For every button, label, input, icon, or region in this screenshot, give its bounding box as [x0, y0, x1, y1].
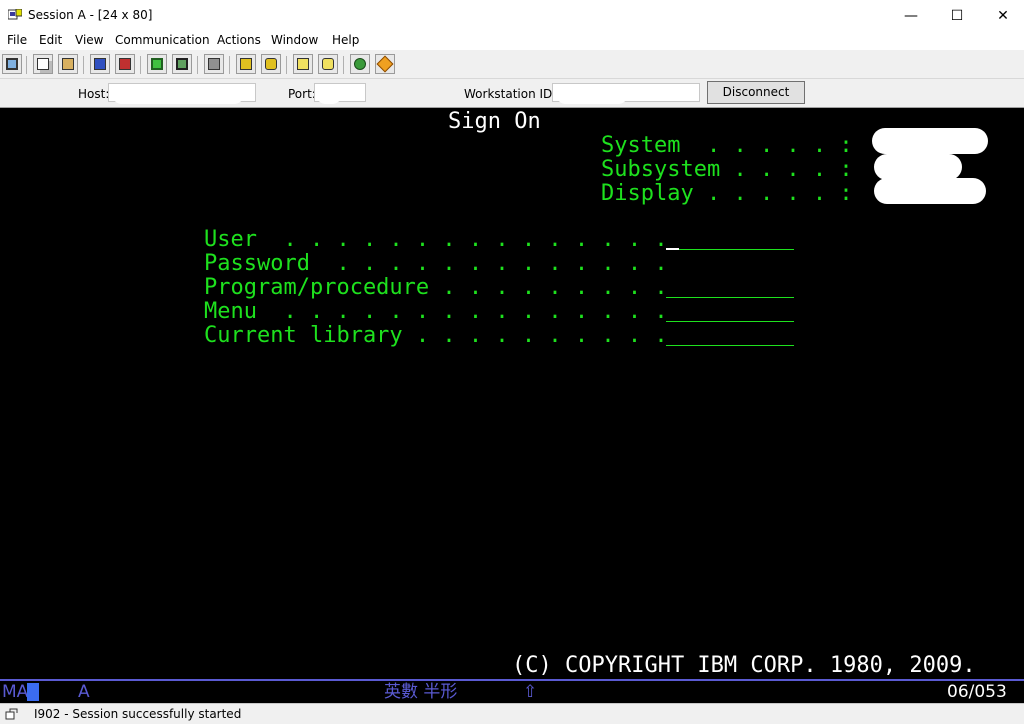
menu-file[interactable]: File: [7, 33, 27, 47]
connection-bar: Host: Port: Workstation ID:: [0, 79, 1024, 108]
close-button[interactable]: ✕: [980, 0, 1024, 31]
system-label: System . . . . . :: [601, 133, 853, 158]
redaction: [556, 84, 628, 104]
toolbar: [0, 52, 1024, 79]
toolbar-separator: [229, 56, 230, 74]
operator-info-area: MA A 英數 半形 ⇧ 06/053: [0, 679, 1024, 703]
user-label: User . . . . . . . . . . . . . . .: [204, 227, 668, 252]
password-label: Password . . . . . . . . . . . . .: [204, 251, 668, 276]
minimize-button[interactable]: —: [888, 0, 934, 31]
program-procedure-input[interactable]: [666, 297, 794, 298]
program-procedure-label: Program/procedure . . . . . . . . .: [204, 275, 668, 300]
toolbar-separator: [286, 56, 287, 74]
menu-edit[interactable]: Edit: [39, 33, 62, 47]
oia-cursor-block: [27, 683, 39, 701]
toolbar-separator: [343, 56, 344, 74]
workstation-label: Workstation ID:: [464, 87, 557, 101]
macro-alt-icon[interactable]: [318, 54, 338, 74]
status-bar: I902 - Session successfully started: [0, 703, 1024, 724]
menu-view[interactable]: View: [75, 33, 103, 47]
port-label: Port:: [288, 87, 316, 101]
status-message: I902 - Session successfully started: [34, 707, 242, 721]
menu-label: Menu . . . . . . . . . . . . . . .: [204, 299, 668, 324]
oia-status: MA: [2, 682, 29, 702]
redaction: [316, 84, 342, 104]
text-cursor: [666, 248, 679, 250]
disconnect-button[interactable]: Disconnect: [707, 81, 805, 104]
macro-record-icon[interactable]: [236, 54, 256, 74]
subsystem-label: Subsystem . . . . :: [601, 157, 853, 182]
current-library-input[interactable]: [666, 345, 794, 346]
screen-title: Sign On: [448, 109, 541, 134]
edit-icon[interactable]: [375, 54, 395, 74]
macro-icon[interactable]: [293, 54, 313, 74]
copy-icon[interactable]: [33, 54, 53, 74]
macro-play-icon[interactable]: [261, 54, 281, 74]
user-input[interactable]: [666, 249, 794, 250]
display-icon[interactable]: [147, 54, 167, 74]
cursor-position: 06/053: [947, 682, 1007, 702]
toolbar-separator: [140, 56, 141, 74]
redaction: [874, 178, 986, 204]
host-label: Host:: [78, 87, 110, 101]
menu-help[interactable]: Help: [332, 33, 359, 47]
keyboard-icon[interactable]: [204, 54, 224, 74]
receive-file-icon[interactable]: [115, 54, 135, 74]
app-icon: [8, 9, 22, 20]
toolbar-separator: [197, 56, 198, 74]
display-alt-icon[interactable]: [172, 54, 192, 74]
menu-communication[interactable]: Communication: [115, 33, 210, 47]
toolbar-separator: [26, 56, 27, 74]
menu-window[interactable]: Window: [271, 33, 318, 47]
redaction: [112, 84, 244, 104]
menu-input[interactable]: [666, 321, 794, 322]
print-screen-icon[interactable]: [2, 54, 22, 74]
window-title: Session A - [24 x 80]: [28, 8, 153, 22]
redaction: [874, 154, 962, 180]
maximize-button[interactable]: ☐: [934, 0, 980, 31]
toolbar-separator: [83, 56, 84, 74]
oia-mode: A: [78, 682, 90, 702]
connection-status-icon: [5, 708, 18, 720]
menu-actions[interactable]: Actions: [217, 33, 261, 47]
send-file-icon[interactable]: [90, 54, 110, 74]
display-label: Display . . . . . :: [601, 181, 853, 206]
oia-input-mode: 英數 半形: [384, 682, 458, 702]
menu-bar: File Edit View Communication Actions Win…: [0, 31, 1024, 50]
terminal-screen[interactable]: Sign On System . . . . . : Subsystem . .…: [0, 108, 1024, 679]
current-library-label: Current library . . . . . . . . . .: [204, 323, 668, 348]
paste-icon[interactable]: [58, 54, 78, 74]
shift-icon: ⇧: [523, 682, 538, 702]
redaction: [872, 128, 988, 154]
copyright-text: (C) COPYRIGHT IBM CORP. 1980, 2009.: [512, 653, 976, 678]
web-browser-icon[interactable]: [350, 54, 370, 74]
title-bar: Session A - [24 x 80] — ☐ ✕: [0, 0, 1024, 31]
